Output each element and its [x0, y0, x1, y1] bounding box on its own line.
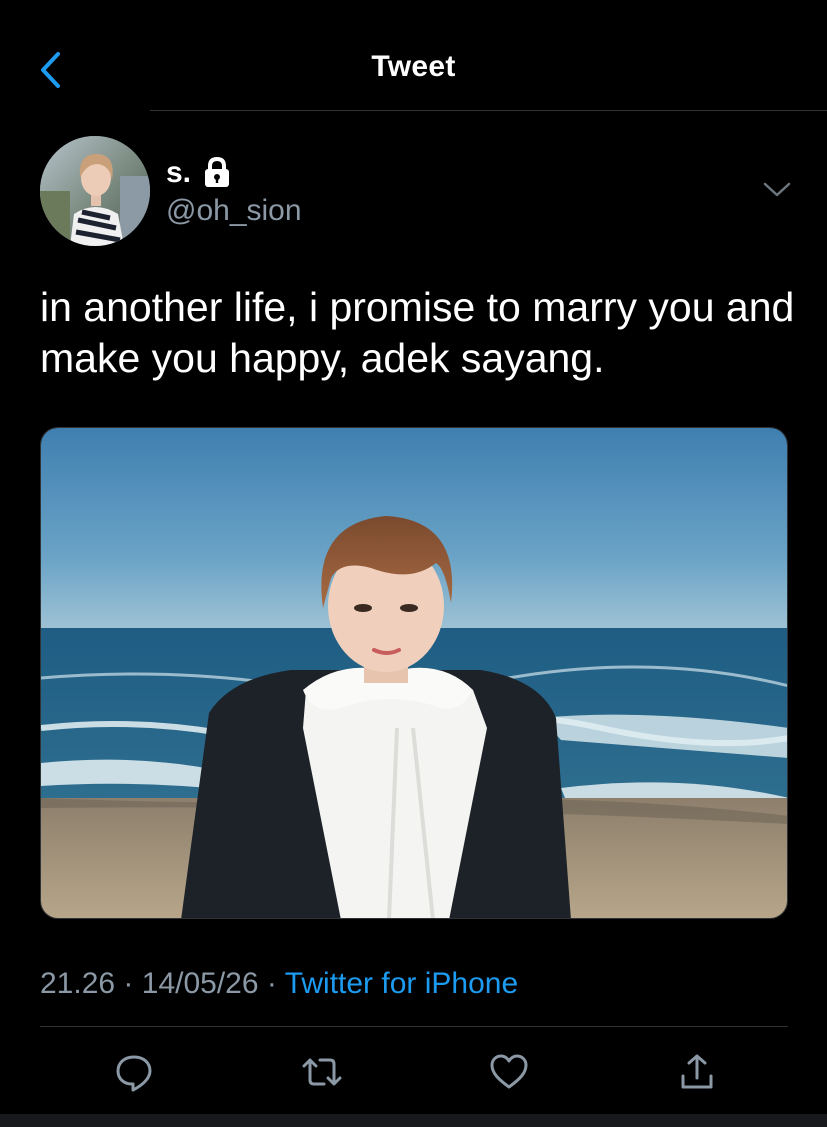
- more-options-button[interactable]: [760, 178, 794, 202]
- header-divider: [150, 110, 827, 111]
- tweet-source-link[interactable]: Twitter for iPhone: [285, 967, 518, 1000]
- avatar-photo: [40, 136, 150, 246]
- meta-separator: ·: [266, 967, 277, 1000]
- avatar[interactable]: [40, 136, 150, 246]
- tweet-photo[interactable]: [40, 427, 788, 919]
- photo-image: [41, 428, 787, 918]
- share-icon: [681, 1054, 713, 1089]
- retweet-button[interactable]: [298, 1048, 346, 1096]
- tweet-date: 14/05/26: [141, 967, 259, 1000]
- top-nav-bar: Tweet: [0, 0, 827, 112]
- display-name: s.: [166, 156, 192, 189]
- tweet-time: 21.26: [40, 967, 116, 1000]
- tweet-actions-bar: [0, 1048, 827, 1096]
- share-button[interactable]: [673, 1048, 721, 1096]
- tweet-meta: 21.26 · 14/05/26 · Twitter for iPhone: [40, 965, 518, 1003]
- bottom-bar: [0, 1114, 827, 1127]
- lock-icon: [203, 157, 231, 189]
- tweet-text: in another life, i promise to marry you …: [40, 284, 795, 381]
- chevron-down-icon: [763, 182, 791, 197]
- retweet-icon: [302, 1058, 342, 1086]
- like-icon: [490, 1054, 528, 1089]
- page-title: Tweet: [371, 50, 456, 83]
- reply-button[interactable]: [110, 1048, 158, 1096]
- author-name-row[interactable]: s.: [166, 155, 231, 191]
- like-button[interactable]: [485, 1048, 533, 1096]
- user-handle[interactable]: @oh_sion: [166, 193, 302, 229]
- reply-icon: [116, 1055, 152, 1092]
- meta-separator: ·: [123, 967, 134, 1000]
- meta-divider: [40, 1026, 788, 1027]
